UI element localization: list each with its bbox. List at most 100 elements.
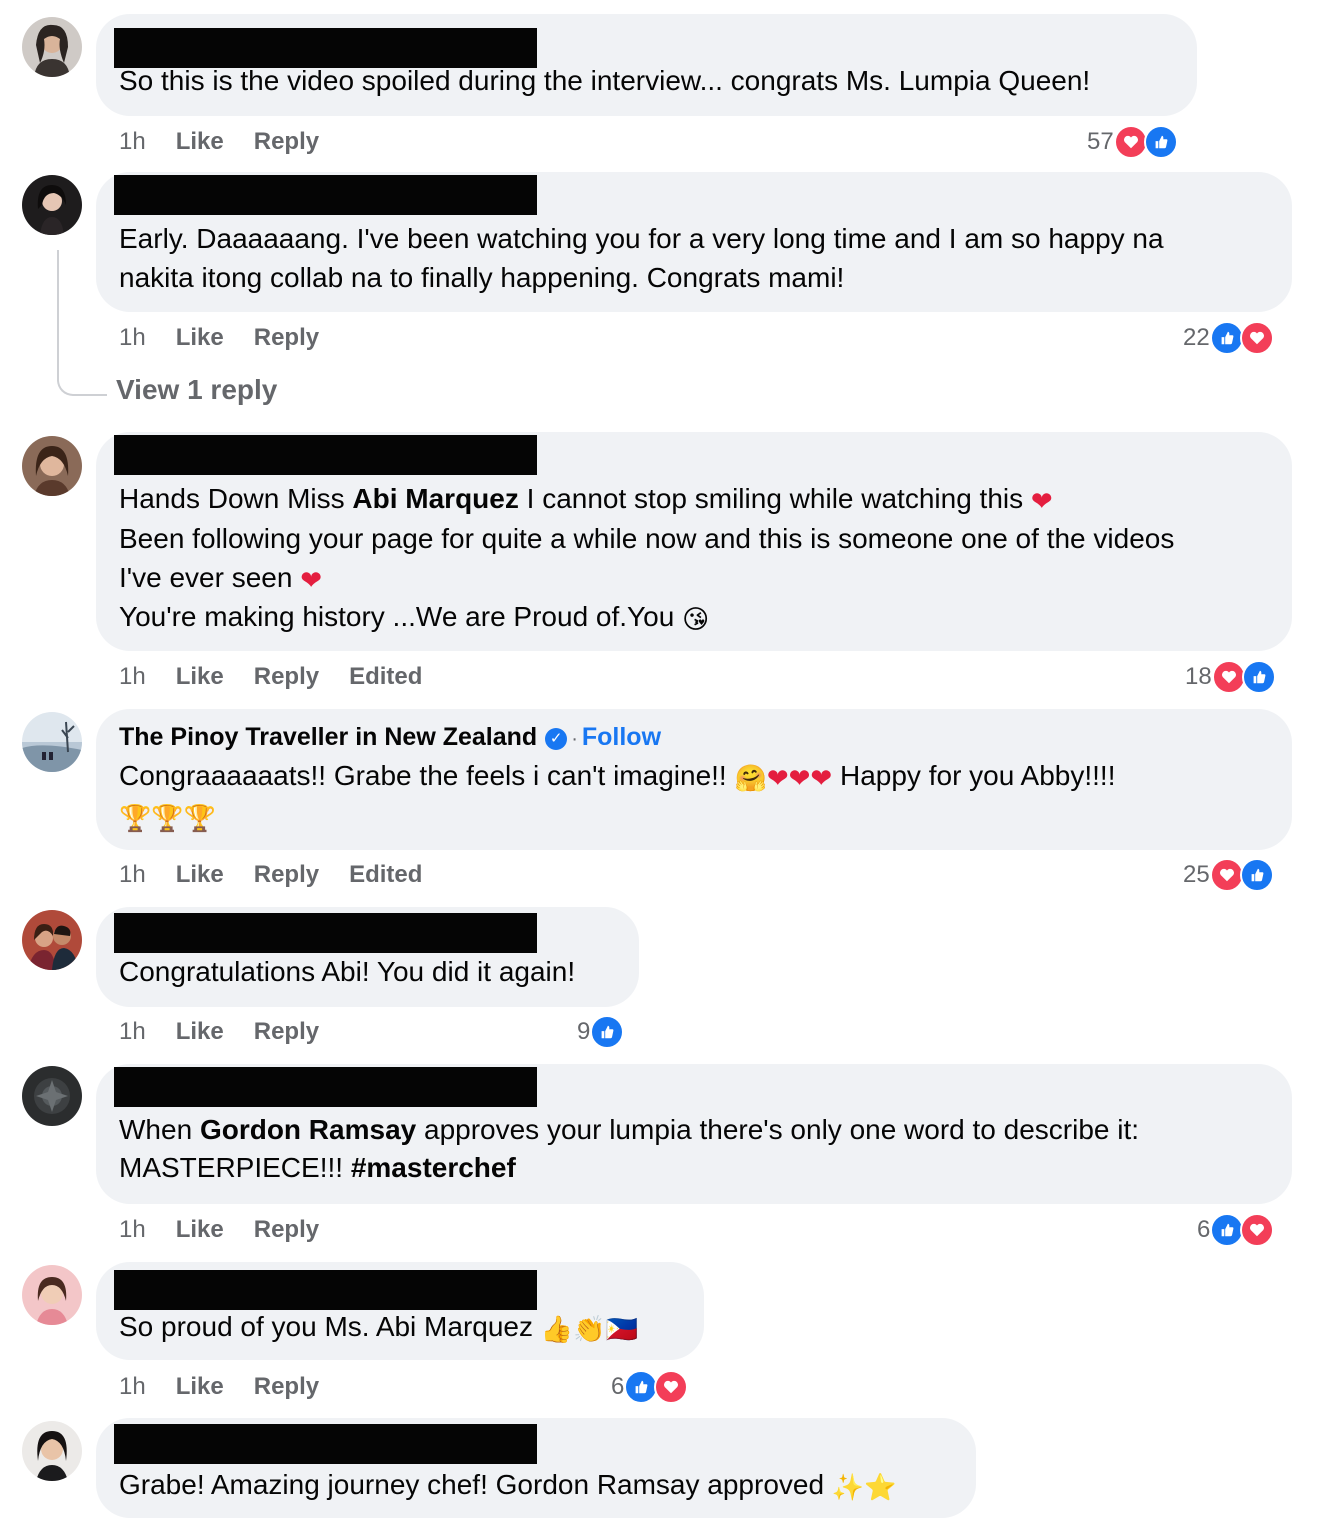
reaction-count: 6 [1197,1216,1211,1243]
avatar[interactable] [22,175,82,235]
reaction-count: 9 [577,1018,591,1045]
hugging-face-icon: 🤗 [734,762,767,793]
like-icon [624,1370,659,1404]
timestamp[interactable]: 1h [119,1017,146,1047]
love-icon [1240,1213,1275,1247]
mention-gordon-ramsay[interactable]: Gordon Ramsay [200,1114,416,1145]
comment-actions: 1h Like Reply Edited [119,860,452,890]
reply-button[interactable]: Reply [254,1372,319,1402]
reaction-summary[interactable]: 18 [1185,659,1276,695]
avatar[interactable] [22,1265,82,1325]
comment-actions: 1h Like Reply [119,1017,349,1047]
hashtag-masterchef[interactable]: #masterchef [351,1152,516,1183]
reaction-summary[interactable]: 6 [1197,1212,1275,1248]
avatar[interactable] [22,1066,82,1126]
text-segment: So proud of you Ms. Abi Marquez [119,1311,541,1342]
like-icon [1143,125,1178,159]
avatar[interactable] [22,436,82,496]
follow-button[interactable]: Follow [582,723,661,751]
text-segment: I've ever seen [119,562,301,593]
timestamp[interactable]: 1h [119,127,146,157]
like-button[interactable]: Like [176,1215,224,1245]
timestamp[interactable]: 1h [119,1372,146,1402]
comment-text: So this is the video spoiled during the … [119,65,1091,96]
red-heart-icon: ❤ [300,564,323,595]
reaction-summary[interactable]: 22 [1183,320,1274,356]
avatar[interactable] [22,712,82,772]
like-icon [1241,660,1276,694]
edited-label[interactable]: Edited [349,662,422,692]
reaction-count: 25 [1183,861,1210,888]
reply-button[interactable]: Reply [254,1215,319,1245]
timestamp[interactable]: 1h [119,323,146,353]
comment-text: Congratulations Abi! You did it again! [119,956,576,987]
timestamp[interactable]: 1h [119,860,146,890]
reply-button[interactable]: Reply [254,1017,319,1047]
sparkles-icon: ✨ [831,1471,865,1502]
like-button[interactable]: Like [176,1372,224,1402]
love-icon [1239,321,1274,355]
redacted-author [114,913,537,953]
mention-abi-marquez[interactable]: Abi Marquez [352,483,518,514]
comment-text-line-2: Been following your page for quite a whi… [119,523,1175,554]
like-button[interactable]: Like [176,1017,224,1047]
avatar[interactable] [22,910,82,970]
view-replies-link[interactable]: View 1 reply [116,374,277,406]
star-icon: ⭐ [864,1471,897,1502]
comment-text: Grabe! Amazing journey chef! Gordon Rams… [119,1465,897,1505]
comment-text-line-2: MASTERPIECE!!! #masterchef [119,1148,516,1188]
thread-connector [57,250,107,396]
like-button[interactable]: Like [176,323,224,353]
love-icon [1209,858,1244,892]
comment-actions: 1h Like Reply [119,1372,349,1402]
comment-text: So proud of you Ms. Abi Marquez 👍👏🇵🇭 [119,1307,638,1347]
reaction-summary[interactable]: 57 [1087,124,1178,160]
author-name[interactable]: The Pinoy Traveller in New Zealand [119,723,537,751]
text-segment: I cannot stop smiling while watching thi… [518,483,1031,514]
love-icon [1211,660,1246,694]
reaction-summary[interactable]: 25 [1183,857,1274,893]
edited-label[interactable]: Edited [349,860,422,890]
comment-text-line-2: 🏆🏆🏆 [119,796,216,836]
like-button[interactable]: Like [176,662,224,692]
like-button[interactable]: Like [176,860,224,890]
redacted-author [114,175,537,215]
avatar[interactable] [22,17,82,77]
text-segment: approves your lumpia there's only one wo… [416,1114,1140,1145]
like-icon [1210,1213,1245,1247]
reply-button[interactable]: Reply [254,662,319,692]
comment-text-line-3: I've ever seen ❤ [119,558,322,598]
trophy-icon: 🏆🏆🏆 [119,802,217,833]
like-button[interactable]: Like [176,127,224,157]
text-segment: Congraaaaaats!! Grabe the feels i can't … [119,760,735,791]
reply-button[interactable]: Reply [254,860,319,890]
timestamp[interactable]: 1h [119,662,146,692]
reaction-count: 6 [611,1373,625,1400]
reaction-summary[interactable]: 9 [577,1014,625,1050]
reaction-summary[interactable]: 6 [611,1369,689,1405]
comment-text-line-1: When Gordon Ramsay approves your lumpia … [119,1110,1139,1150]
red-heart-icon: ❤❤❤ [766,762,833,793]
thumbs-up-icon: 👍 [540,1313,574,1344]
verified-badge-icon: ✓ [545,728,568,750]
comment-text-line-1: Hands Down Miss Abi Marquez I cannot sto… [119,479,1053,519]
timestamp[interactable]: 1h [119,1215,146,1245]
text-segment: MASTERPIECE!!! [119,1152,351,1183]
separator-dot: · [571,728,578,750]
text-segment: When [119,1114,200,1145]
comment-text-line-1: Early. Daaaaaang. I've been watching you… [119,223,1164,254]
reaction-count: 22 [1183,324,1210,351]
redacted-author [114,435,537,475]
avatar[interactable] [22,1421,82,1481]
clapping-hands-icon: 👏 [573,1313,606,1344]
comment-text-line-4: You're making history ...We are Proud of… [119,597,709,637]
love-icon [1113,125,1148,159]
comment-author-line: The Pinoy Traveller in New Zealand ✓ · Foll… [119,721,661,755]
kiss-face-icon: 😘 [682,603,710,634]
redacted-author [114,1067,537,1107]
like-icon [1209,321,1244,355]
reply-button[interactable]: Reply [254,127,319,157]
reply-button[interactable]: Reply [254,323,319,353]
comment-actions: 1h Like Reply [119,1215,349,1245]
comment-text-line-2: nakita itong collab na to finally happen… [119,262,845,293]
